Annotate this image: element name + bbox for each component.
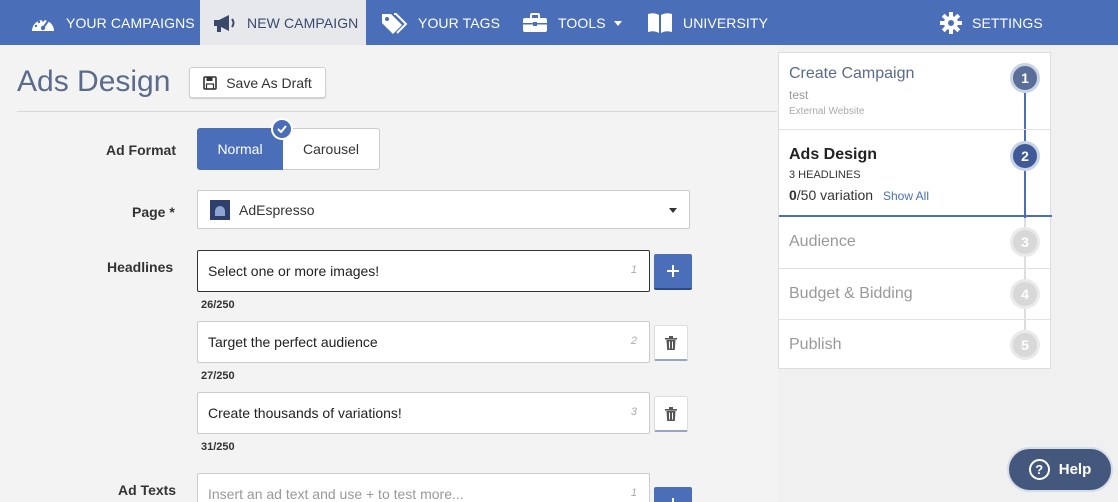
headline-index: 1: [630, 264, 637, 276]
step-budget-bidding[interactable]: Budget & Bidding 4: [779, 269, 1052, 319]
step-number-badge: 2: [1010, 141, 1040, 171]
trash-icon: [665, 406, 677, 421]
headline-char-count: 26/250: [201, 299, 235, 311]
ad-text-input[interactable]: Insert an ad text and use + to test more…: [197, 473, 650, 502]
step-publish[interactable]: Publish 5: [779, 320, 1052, 370]
step-objective: External Website: [789, 106, 865, 117]
top-nav: YOUR CAMPAIGNS NEW CAMPAIGN YOUR TAGS TO…: [0, 0, 1118, 45]
nav-label: YOUR TAGS: [418, 14, 501, 31]
headlines-label: Headlines: [107, 259, 174, 275]
nav-label: NEW CAMPAIGN: [247, 14, 359, 31]
step-audience[interactable]: Audience 3: [779, 217, 1052, 267]
headline-index: 3: [630, 406, 637, 418]
headline-text: Target the perfect audience: [208, 334, 378, 350]
nav-label: SETTINGS: [972, 14, 1043, 31]
step-headline-count: 3 HEADLINES: [789, 169, 861, 181]
save-draft-button[interactable]: Save As Draft: [189, 67, 326, 98]
step-ads-design[interactable]: Ads Design 3 HEADLINES 0/50 variation Sh…: [779, 130, 1052, 216]
add-ad-text-button[interactable]: [654, 487, 692, 502]
delete-headline-button[interactable]: [654, 325, 688, 361]
briefcase-icon: [523, 12, 547, 32]
plus-icon: [667, 265, 679, 277]
step-title: Budget & Bidding: [789, 285, 913, 302]
variation-count: 0: [789, 187, 797, 203]
save-draft-label: Save As Draft: [226, 74, 312, 91]
nav-your-tags[interactable]: YOUR TAGS: [380, 0, 500, 45]
divider: [17, 111, 777, 112]
ad-format-label: Ad Format: [106, 142, 176, 158]
nav-new-campaign[interactable]: NEW CAMPAIGN: [200, 0, 366, 45]
nav-label: UNIVERSITY: [683, 14, 769, 31]
main-panel: Ads Design Save As Draft Ad Format Norma…: [0, 45, 778, 502]
nav-label: TOOLS: [558, 14, 606, 31]
nav-settings[interactable]: SETTINGS: [940, 0, 1043, 45]
plus-icon: [672, 498, 674, 502]
nav-tools[interactable]: TOOLS: [522, 0, 622, 45]
help-button[interactable]: ? Help: [1007, 447, 1113, 492]
headline-text: Select one or more images!: [208, 263, 380, 279]
headline-input[interactable]: Select one or more images! 1: [197, 250, 650, 292]
headline-index: 2: [630, 335, 637, 347]
step-number-badge: 5: [1010, 330, 1040, 360]
step-number-badge: 4: [1010, 279, 1040, 309]
nav-label: YOUR CAMPAIGNS: [66, 14, 195, 31]
floppy-icon: [203, 75, 218, 90]
help-label: Help: [1058, 461, 1092, 478]
format-normal-button[interactable]: Normal: [197, 118, 293, 170]
ad-text-index: 1: [630, 487, 637, 499]
delete-headline-button[interactable]: [654, 396, 688, 432]
step-wizard: Create Campaign test External Website 1 …: [778, 52, 1052, 370]
format-normal-label: Normal: [217, 141, 263, 157]
page-avatar: [210, 199, 230, 220]
variation-total: /50 variation: [796, 187, 874, 203]
step-create-campaign[interactable]: Create Campaign test External Website 1: [779, 53, 1052, 129]
nav-your-campaigns[interactable]: YOUR CAMPAIGNS: [30, 0, 195, 45]
book-icon: [648, 12, 672, 33]
page-select[interactable]: AdEspresso: [197, 190, 690, 229]
step-title: Audience: [789, 233, 856, 250]
nav-university[interactable]: UNIVERSITY: [647, 0, 768, 45]
trash-icon: [665, 335, 677, 350]
step-title: Ads Design: [789, 146, 878, 163]
gear-icon: [940, 11, 962, 34]
chevron-down-icon: [669, 208, 677, 213]
step-campaign-name: test: [789, 88, 809, 102]
chevron-down-icon: [613, 21, 622, 26]
dashboard-icon: [32, 18, 54, 31]
ad-texts-label: Ad Texts: [118, 482, 177, 498]
question-icon: ?: [1028, 459, 1050, 480]
format-carousel-button[interactable]: Carousel: [283, 128, 380, 170]
ad-text-placeholder: Insert an ad text and use + to test more…: [208, 486, 464, 502]
megaphone-icon: [214, 14, 235, 32]
page-title: Ads Design: [17, 65, 171, 98]
page-select-value: AdEspresso: [239, 201, 315, 218]
headline-text: Create thousands of variations!: [208, 405, 402, 421]
ad-format-toggle: Normal Carousel: [197, 118, 380, 170]
check-icon: [271, 118, 293, 140]
show-all-link[interactable]: Show All: [883, 189, 929, 203]
format-carousel-label: Carousel: [302, 141, 360, 157]
step-title: Publish: [789, 336, 842, 353]
headline-char-count: 27/250: [201, 370, 235, 382]
tag-icon: [382, 12, 408, 34]
step-number-badge: 1: [1010, 63, 1040, 93]
page-label: Page *: [132, 204, 175, 220]
step-number-badge: 3: [1010, 227, 1040, 257]
add-headline-button[interactable]: [654, 254, 692, 290]
headline-input[interactable]: Create thousands of variations! 3: [197, 392, 650, 434]
headline-input[interactable]: Target the perfect audience 2: [197, 321, 650, 363]
headline-char-count: 31/250: [201, 441, 235, 453]
variation-summary: 0/50 variation Show All: [789, 187, 929, 203]
step-title: Create Campaign: [789, 65, 915, 82]
